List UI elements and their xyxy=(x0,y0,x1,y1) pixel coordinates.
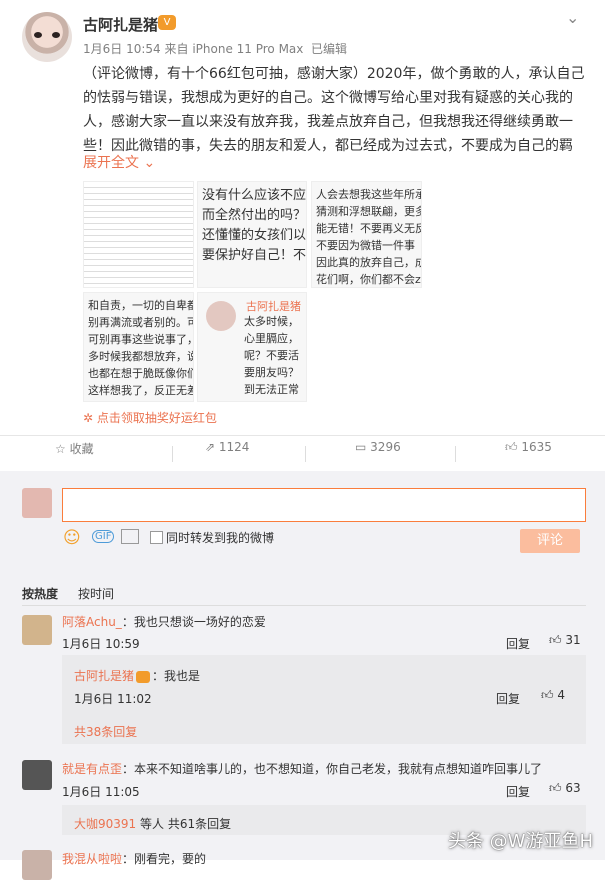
comment-author[interactable]: 就是有点歪 xyxy=(62,762,122,776)
repost-icon: ⇗ xyxy=(205,440,216,454)
avatar[interactable] xyxy=(22,615,52,645)
post-edited[interactable]: 已编辑 xyxy=(311,42,347,56)
flower-icon: ✲ xyxy=(83,411,94,425)
divider xyxy=(172,446,173,462)
reply-text: ：我也是 xyxy=(152,669,201,683)
expand-button[interactable]: 展开全文 ⌄ xyxy=(83,152,155,172)
reply-item: 古阿扎是猪 ：我也是 xyxy=(74,667,200,684)
sort-by-heat[interactable]: 按热度 xyxy=(22,585,58,602)
comment-author[interactable]: 我混从啦啦 xyxy=(62,852,122,866)
avatar[interactable] xyxy=(22,850,52,880)
divider xyxy=(305,446,306,462)
reply-like-button[interactable]: 👍︎ 4 xyxy=(541,688,565,703)
thumbs-up-icon: 👍︎ xyxy=(549,633,562,647)
comment-button[interactable]: ▭ 3296 xyxy=(355,440,401,468)
reply-button[interactable]: 回复 xyxy=(506,783,530,800)
reply-time: 1月6日 11:02 xyxy=(74,692,152,706)
post-text: （评论微博，有十个66红包可抽，感谢大家）2020年，做个勇敢的人，承认自己的怯… xyxy=(83,66,585,154)
comment-item: 就是有点歪：本来不知道啥事儿的，也不想知道，你自己老发，我就有点想知道咋回事儿了 xyxy=(62,760,542,777)
avatar[interactable] xyxy=(22,12,72,62)
post-meta: 1月6日 10:54 来自 iPhone 11 Pro Max 已编辑 xyxy=(83,40,347,57)
post-image-2[interactable]: 没有什么应该不应 而全然付出的吗？！ 还懂懂的女孩们以此 要保护好自己！不要 xyxy=(197,181,307,288)
divider xyxy=(0,435,605,436)
post-image-4[interactable]: 和自责，一切的自卑都来 别再满流或者别的。可别 可别再事这些说事了，可 多时候我… xyxy=(83,292,194,402)
post-image-5[interactable]: 古阿扎是猪 太多时候， 心里膈应， 呢？不要活 要朋友吗？ 到无法正常 xyxy=(197,292,307,402)
chevron-down-icon: ⌄ xyxy=(143,155,156,171)
like-button[interactable]: 👍︎ 1635 xyxy=(505,440,552,468)
more-replies-link[interactable]: 大咖90391 等人 共61条回复 xyxy=(74,815,231,832)
watermark: 头条 @W游亚鱼H xyxy=(447,831,593,852)
vip-badge-icon xyxy=(136,670,151,683)
repost-label: 同时转发到我的微博 xyxy=(166,531,275,545)
post-username[interactable]: 古阿扎是猪 xyxy=(83,14,158,35)
reply-button[interactable]: 回复 xyxy=(506,635,530,652)
red-packet-link[interactable]: ✲ 点击领取抽奖好运红包 xyxy=(83,409,217,426)
divider xyxy=(455,446,456,462)
comment-text: ：刚看完，要的 xyxy=(122,852,207,866)
vip-badge-icon: V xyxy=(158,15,176,30)
post-image-1[interactable] xyxy=(83,181,194,288)
comment-text: ：我也只想谈一场好的恋爱 xyxy=(121,615,266,629)
comment-time: 1月6日 10:59 xyxy=(62,637,140,651)
comment-like-button[interactable]: 👍︎ 31 xyxy=(549,633,581,648)
submit-comment-button[interactable]: 评论 xyxy=(520,529,580,553)
comment-text: ：本来不知道啥事儿的，也不想知道，你自己老发，我就有点想知道咋回事儿了 xyxy=(122,762,543,776)
comment-item: 我混从啦啦：刚看完，要的 xyxy=(62,850,206,867)
reply-button[interactable]: 回复 xyxy=(496,690,520,707)
comment-input[interactable] xyxy=(62,488,586,522)
repost-checkbox[interactable] xyxy=(150,531,163,544)
emoji-icon[interactable]: ☺ xyxy=(63,528,81,548)
comment-like-button[interactable]: 👍︎ 63 xyxy=(549,781,581,796)
more-replies-link[interactable]: 共38条回复 xyxy=(74,723,137,740)
sort-by-time[interactable]: 按时间 xyxy=(78,585,114,602)
thumbs-up-icon: 👍︎ xyxy=(505,440,518,454)
image-icon[interactable] xyxy=(121,529,139,544)
gif-icon[interactable]: GIF xyxy=(92,530,115,543)
comment-author[interactable]: 阿落Achu_ xyxy=(62,615,122,629)
chevron-down-icon[interactable]: ⌄ xyxy=(566,8,579,27)
avatar xyxy=(22,488,52,518)
comment-time: 1月6日 11:05 xyxy=(62,785,140,799)
thumbs-up-icon: 👍︎ xyxy=(541,688,554,702)
post-time[interactable]: 1月6日 10:54 xyxy=(83,42,161,56)
avatar xyxy=(206,301,236,331)
avatar[interactable] xyxy=(22,760,52,790)
star-icon: ☆ xyxy=(55,442,66,456)
post-image-3[interactable]: 人会去想我这些年所承 猜测和浮想联翩，更多 能无错！不要再义无反 不要因为微错一… xyxy=(311,181,422,288)
post-source: 来自 iPhone 11 Pro Max xyxy=(164,42,304,56)
comment-item: 阿落Achu_：我也只想谈一场好的恋爱 xyxy=(62,613,266,630)
thumbs-up-icon: 👍︎ xyxy=(549,781,562,795)
favorite-button[interactable]: ☆ 收藏 xyxy=(55,440,94,468)
comment-icon: ▭ xyxy=(355,440,367,454)
repost-button[interactable]: ⇗ 1124 xyxy=(205,440,249,468)
reply-author[interactable]: 古阿扎是猪 xyxy=(74,669,134,683)
divider xyxy=(22,605,586,606)
